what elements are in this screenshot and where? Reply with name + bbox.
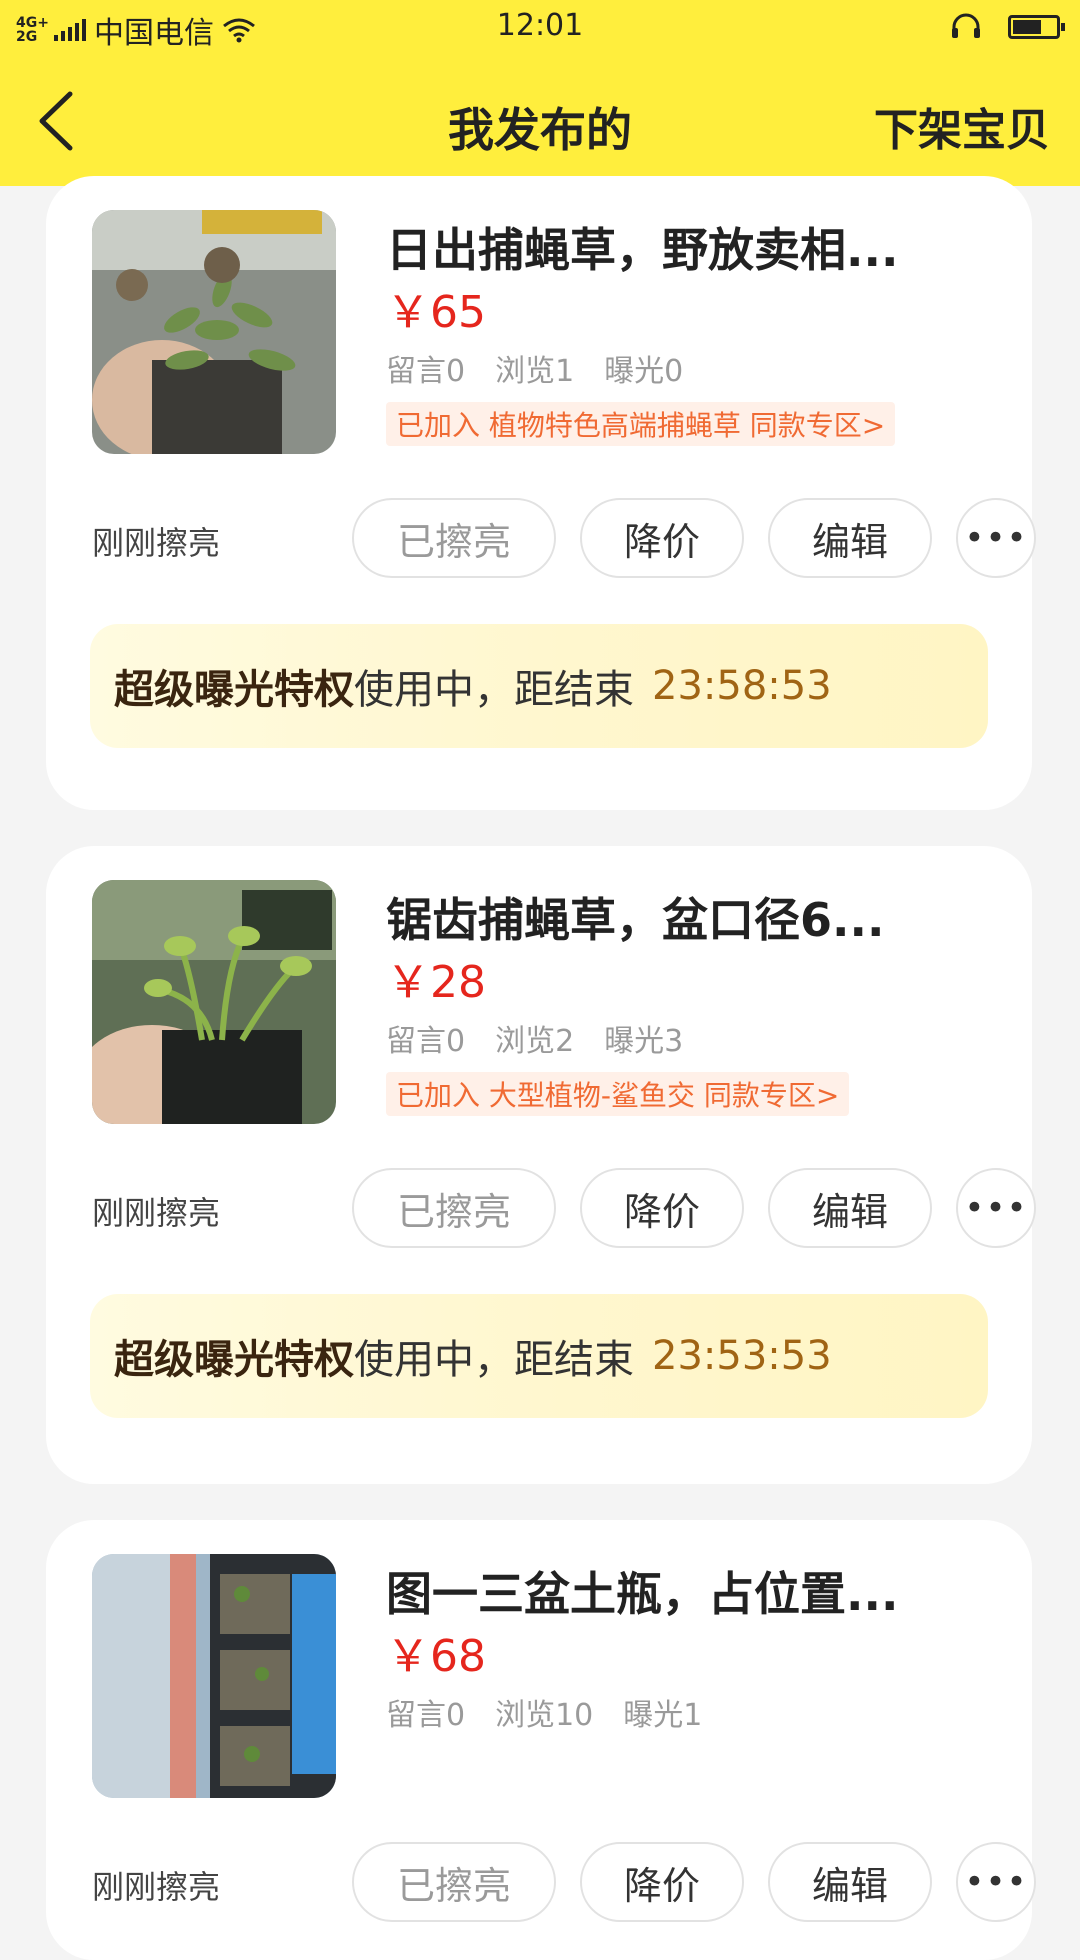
product-price: ￥28 bbox=[386, 957, 486, 1008]
more-options-button[interactable]: ••• bbox=[956, 1842, 1036, 1922]
banner-privilege: 超级曝光特权 bbox=[114, 1337, 354, 1383]
comment-count: 留言0 bbox=[386, 354, 466, 389]
listing-card[interactable]: 日出捕蝇草，野放卖相... ￥65 留言0 浏览1 曝光0 已加入 植物特色高端… bbox=[46, 176, 1036, 810]
product-image[interactable] bbox=[92, 210, 336, 454]
status-bar: 4G+ 2G 中国电信 12:01 bbox=[0, 0, 1080, 56]
battery-icon bbox=[1008, 15, 1065, 39]
refresh-status: 刚刚擦亮 bbox=[92, 1194, 221, 1232]
top-bar: 4G+ 2G 中国电信 12:01 我发布的 下架宝贝 bbox=[0, 0, 1080, 186]
listing-card[interactable]: 图一三盆土瓶，占位置... ￥68 留言0 浏览10 曝光1 刚刚擦亮 已擦亮 … bbox=[46, 1520, 1036, 1960]
refreshed-button[interactable]: 已擦亮 bbox=[352, 1842, 556, 1922]
banner-privilege: 超级曝光特权 bbox=[114, 667, 354, 713]
product-stats: 留言0 浏览1 曝光0 bbox=[386, 346, 683, 390]
refresh-status: 刚刚擦亮 bbox=[92, 1868, 221, 1906]
headset-icon bbox=[952, 13, 980, 38]
edit-button[interactable]: 编辑 bbox=[768, 498, 932, 578]
view-count: 浏览1 bbox=[495, 354, 575, 389]
refreshed-button[interactable]: 已擦亮 bbox=[352, 498, 556, 578]
product-title[interactable]: 锯齿捕蝇草，盆口径6... bbox=[386, 884, 884, 950]
price-cut-button[interactable]: 降价 bbox=[580, 498, 744, 578]
more-options-button[interactable]: ••• bbox=[956, 498, 1036, 578]
action-row: 刚刚擦亮 已擦亮 降价 编辑 ••• bbox=[92, 498, 1036, 580]
product-title[interactable]: 日出捕蝇草，野放卖相... bbox=[386, 214, 898, 280]
product-price: ￥68 bbox=[386, 1631, 486, 1682]
comment-count: 留言0 bbox=[386, 1698, 466, 1733]
product-image[interactable] bbox=[92, 1554, 336, 1798]
product-stats: 留言0 浏览2 曝光3 bbox=[386, 1016, 683, 1060]
exposure-banner[interactable]: 超级曝光特权 使用中，距结束 23:53:53 bbox=[90, 1294, 988, 1418]
listing-card[interactable]: 锯齿捕蝇草，盆口径6... ￥28 留言0 浏览2 曝光3 已加入 大型植物-鲨… bbox=[46, 846, 1036, 1484]
countdown-timer: 23:53:53 bbox=[652, 1333, 832, 1379]
view-count: 浏览2 bbox=[495, 1024, 575, 1059]
view-count: 浏览10 bbox=[495, 1698, 594, 1733]
off-shelf-button[interactable]: 下架宝贝 bbox=[874, 94, 1050, 158]
product-price: ￥65 bbox=[386, 287, 486, 338]
product-image[interactable] bbox=[92, 880, 336, 1124]
nav-header: 我发布的 下架宝贝 bbox=[0, 56, 1080, 186]
price-cut-button[interactable]: 降价 bbox=[580, 1168, 744, 1248]
refreshed-button[interactable]: 已擦亮 bbox=[352, 1168, 556, 1248]
exposure-banner[interactable]: 超级曝光特权 使用中，距结束 23:58:53 bbox=[90, 624, 988, 748]
comment-count: 留言0 bbox=[386, 1024, 466, 1059]
exposure-count: 曝光3 bbox=[604, 1024, 684, 1059]
banner-text: 使用中，距结束 bbox=[354, 1337, 634, 1383]
zone-tag-link[interactable]: 已加入 植物特色高端捕蝇草 同款专区> bbox=[386, 402, 896, 446]
status-right bbox=[950, 12, 1065, 42]
exposure-count: 曝光0 bbox=[604, 354, 684, 389]
action-row: 刚刚擦亮 已擦亮 降价 编辑 ••• bbox=[92, 1168, 1036, 1250]
product-title[interactable]: 图一三盆土瓶，占位置... bbox=[386, 1558, 898, 1624]
edit-button[interactable]: 编辑 bbox=[768, 1168, 932, 1248]
clock: 12:01 bbox=[496, 8, 584, 43]
price-cut-button[interactable]: 降价 bbox=[580, 1842, 744, 1922]
countdown-timer: 23:58:53 bbox=[652, 663, 832, 709]
exposure-count: 曝光1 bbox=[623, 1698, 703, 1733]
refresh-status: 刚刚擦亮 bbox=[92, 524, 221, 562]
edit-button[interactable]: 编辑 bbox=[768, 1842, 932, 1922]
banner-text: 使用中，距结束 bbox=[354, 667, 634, 713]
action-row: 刚刚擦亮 已擦亮 降价 编辑 ••• bbox=[92, 1842, 1036, 1924]
zone-tag-link[interactable]: 已加入 大型植物-鲨鱼交 同款专区> bbox=[386, 1072, 850, 1116]
product-stats: 留言0 浏览10 曝光1 bbox=[386, 1690, 702, 1734]
more-options-button[interactable]: ••• bbox=[956, 1168, 1036, 1248]
